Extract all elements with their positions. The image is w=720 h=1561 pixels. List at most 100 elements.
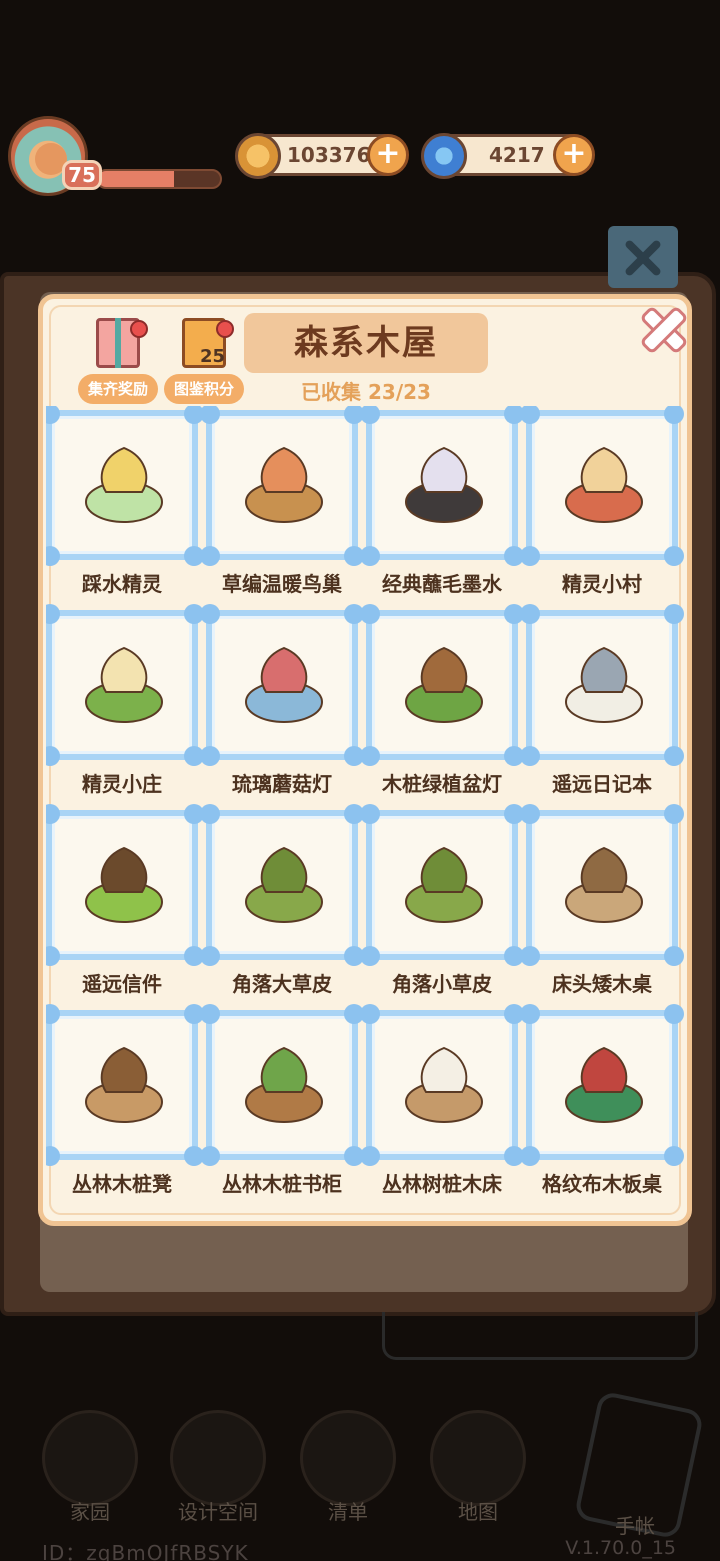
frame-bow [520,946,540,966]
item-name: 角落小草皮 [392,972,492,996]
coin-value: 103376 [287,143,371,167]
nav-design-label: 设计空间 [178,1500,258,1524]
stump-shelf-icon [245,1046,323,1123]
item-name: 丛林木桩书柜 [222,1172,342,1196]
nav-journal-label: 手帐 [615,1514,655,1538]
item-frame [46,604,204,766]
collection-item[interactable]: 丛林木桩凳 [46,1004,204,1200]
village-icon [565,446,643,523]
collection-item[interactable]: 木桩绿植盆灯 [360,604,524,800]
collection-item[interactable]: 踩水精灵 [46,406,204,600]
player-id: ID：zqBmOJfRBSYK [42,1541,249,1561]
collect-reward-label: 集齐奖励 [78,374,158,404]
item-frame [200,604,364,766]
collection-item[interactable]: 角落大草皮 [200,804,364,1000]
collection-item[interactable]: 床头矮木桌 [520,804,684,1000]
big-turf-icon [245,846,323,923]
item-name: 琉璃蘑菇灯 [232,772,332,796]
item-name: 精灵小村 [562,572,642,596]
frame-bow [664,406,684,424]
album-points-label: 图鉴积分 [164,374,244,404]
item-name: 格纹布木板桌 [542,1172,662,1196]
item-frame [46,406,204,566]
frame-bow [520,546,540,566]
collection-item[interactable]: 琉璃蘑菇灯 [200,604,364,800]
collection-item[interactable]: 角落小草皮 [360,804,524,1000]
item-name: 床头矮木桌 [552,972,652,996]
gem-icon [421,133,467,179]
points-count: 25 [200,346,226,367]
item-frame [360,406,524,566]
close-icon[interactable] [638,304,684,350]
item-frame [200,1004,364,1166]
collection-item[interactable]: 格纹布木板桌 [520,1004,684,1200]
letters-icon [85,846,163,923]
stump-bed-icon [405,1046,483,1123]
item-frame [520,406,684,566]
item-name: 遥远信件 [82,972,162,996]
item-name: 精灵小庄 [82,772,162,796]
collection-item[interactable]: 丛林树桩木床 [360,1004,524,1200]
collected-count: 已收集 23/23 [301,380,431,404]
plaid-table-icon [565,1046,643,1123]
quill-ink-icon [405,446,483,523]
version-label: V.1.70.0_15 [565,1537,676,1559]
collection-item[interactable]: 经典蘸毛墨水 [360,406,524,600]
collect-reward-button[interactable]: 集齐奖励 [78,318,158,406]
gem-value: 4217 [489,143,545,167]
album-points-button[interactable]: 25 图鉴积分 [164,318,244,406]
fairy-icon [85,446,163,523]
item-frame [360,604,524,766]
item-grid[interactable]: 踩水精灵 草编温暖鸟巢 经典蘸毛墨水 精灵小村精灵小庄 琉璃蘑菇灯 木桩绿植盆灯 遥远日记本… [46,406,686,1214]
nav-map-button [430,1410,526,1506]
frame-bow [360,546,380,566]
frame-bow [360,746,380,766]
collection-item[interactable]: 丛林木桩书柜 [200,1004,364,1200]
frame-bow [520,746,540,766]
background-close-icon [608,226,678,288]
collection-item[interactable]: 遥远信件 [46,804,204,1000]
mushroom-lamp-icon [245,646,323,723]
item-frame [46,1004,204,1166]
collection-item[interactable]: 遥远日记本 [520,604,684,800]
item-frame [46,804,204,966]
collection-item[interactable]: 精灵小庄 [46,604,204,800]
item-name: 经典蘸毛墨水 [382,572,502,596]
frame-bow [360,946,380,966]
frame-bow [200,746,220,766]
cottage-icon [85,646,163,723]
item-name: 遥远日记本 [552,772,652,796]
frame-bow [360,1146,380,1166]
frame-bow [200,946,220,966]
item-frame [360,804,524,966]
xp-bar [96,169,222,189]
frame-bow [520,1146,540,1166]
item-frame [520,604,684,766]
frame-bow [664,604,684,624]
frame-bow [46,746,60,766]
nav-home-button [42,1410,138,1506]
nav-map-label: 地图 [458,1500,498,1524]
item-frame [200,804,364,966]
frame-bow [200,546,220,566]
notification-dot [130,320,148,338]
add-gems-button[interactable]: + [553,134,595,176]
gem-counter: 4217 + [421,133,595,179]
item-frame [520,804,684,966]
coin-icon [235,133,281,179]
collection-item[interactable]: 草编温暖鸟巢 [200,406,364,600]
item-name: 角落大草皮 [232,972,332,996]
item-name: 丛林树桩木床 [382,1172,502,1196]
plant-lamp-icon [405,646,483,723]
add-coins-button[interactable]: + [367,134,409,176]
small-turf-icon [405,846,483,923]
item-frame [200,406,364,566]
diary-icon [565,646,643,723]
nav-list-label: 清单 [328,1500,368,1524]
item-name: 踩水精灵 [82,572,162,596]
frame-bow [664,1004,684,1024]
nav-home-label: 家园 [70,1500,110,1524]
collection-item[interactable]: 精灵小村 [520,406,684,600]
background-bubble [382,1312,698,1360]
frame-bow [46,546,60,566]
